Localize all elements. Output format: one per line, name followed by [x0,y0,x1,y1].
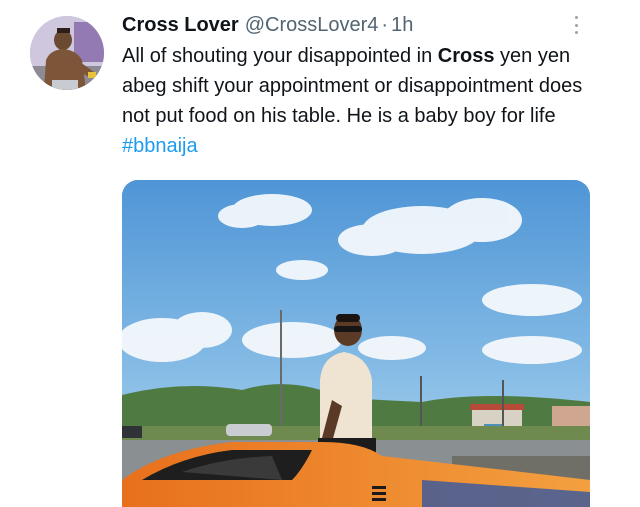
avatar-image [30,16,104,90]
tweet-text-bold: Cross [437,45,495,67]
hashtag-link[interactable]: #bbnaija [122,135,198,157]
display-name[interactable]: Cross Lover [122,14,239,37]
tweet-text-part1: All of shouting your disappointed in [122,45,438,67]
photo-man-on-orange-car [122,180,590,507]
timestamp[interactable]: 1h [391,14,413,37]
more-options-icon[interactable] [566,14,586,36]
separator-dot: · [381,13,389,36]
tweet-card[interactable]: Cross Lover @CrossLover4 · 1h All of sho… [0,0,640,507]
user-handle[interactable]: @CrossLover4 [245,14,379,37]
tweet-text: All of shouting your disappointed in Cro… [122,41,602,161]
avatar[interactable] [30,16,104,90]
tweet-photo[interactable] [122,180,590,507]
tweet-header: Cross Lover @CrossLover4 · 1h [122,11,413,39]
